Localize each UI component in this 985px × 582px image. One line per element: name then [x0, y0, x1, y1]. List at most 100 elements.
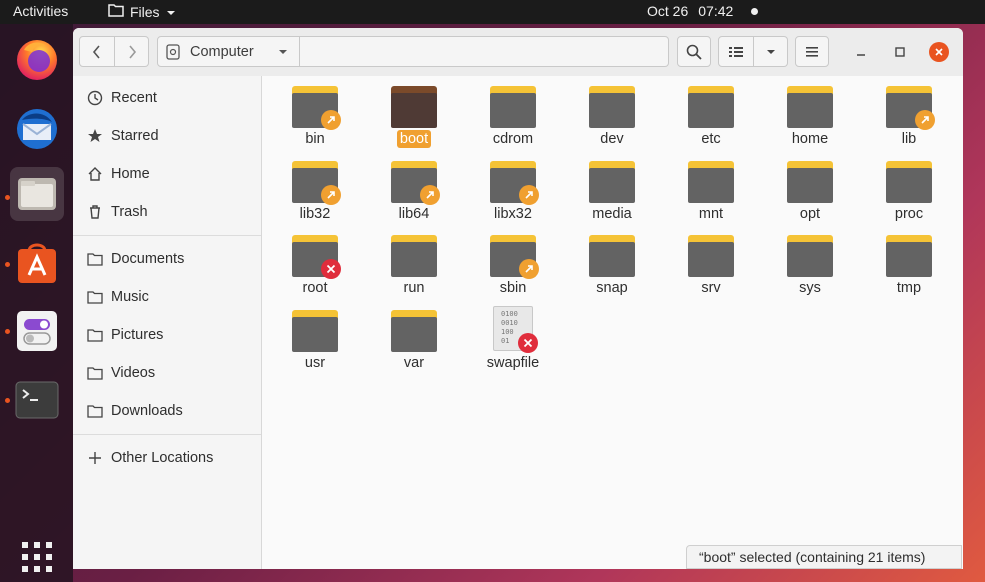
- forward-button[interactable]: [115, 36, 149, 67]
- sidebar-item-home[interactable]: Home: [87, 162, 150, 186]
- minimize-icon: [857, 54, 865, 56]
- view-dropdown-icon: [766, 49, 775, 54]
- file-name-label: snap: [596, 280, 628, 296]
- chevron-down-icon: [166, 4, 176, 20]
- dock-settings[interactable]: [10, 304, 64, 358]
- file-item-libx32[interactable]: libx32: [468, 153, 558, 223]
- sidebar-item-label: Documents: [111, 251, 185, 267]
- file-item-tmp[interactable]: tmp: [864, 227, 954, 297]
- folder-icon: [292, 309, 338, 352]
- sidebar-item-label: Videos: [111, 365, 156, 381]
- sidebar-item-downloads[interactable]: Downloads: [87, 399, 183, 423]
- app-menu-button[interactable]: Files: [108, 3, 176, 20]
- show-applications-button[interactable]: [10, 536, 64, 578]
- file-item-lib32[interactable]: lib32: [270, 153, 360, 223]
- sidebar-item-label: Music: [111, 289, 149, 305]
- plus-icon: [87, 450, 103, 466]
- dock-files[interactable]: [10, 167, 64, 221]
- symlink-emblem-icon: [915, 110, 935, 130]
- file-item-swapfile[interactable]: 0100 0010 100 01 swapfile: [468, 302, 558, 372]
- symlink-emblem-icon: [321, 110, 341, 130]
- folder-icon: [391, 86, 437, 128]
- file-name-label: media: [592, 205, 632, 222]
- minimize-button[interactable]: [851, 42, 871, 62]
- file-item-etc[interactable]: etc: [666, 78, 756, 148]
- folder-icon: [787, 86, 833, 128]
- file-name-label: lib: [901, 131, 917, 147]
- forward-icon: [128, 44, 136, 59]
- folder-icon: [292, 235, 341, 279]
- file-item-var[interactable]: var: [369, 302, 459, 372]
- file-item-home[interactable]: home: [765, 78, 855, 148]
- clock-icon: [87, 90, 103, 106]
- activities-button[interactable]: Activities: [13, 3, 68, 19]
- folder-icon: [688, 235, 734, 277]
- path-bar-empty: [300, 36, 669, 67]
- file-name-label: proc: [894, 205, 924, 222]
- dock-thunderbird[interactable]: [10, 102, 64, 156]
- star-icon: [87, 128, 103, 144]
- sidebar-item-documents[interactable]: Documents: [87, 247, 184, 271]
- file-item-boot[interactable]: boot: [369, 78, 459, 148]
- folder-icon: [87, 289, 103, 305]
- sidebar-item-starred[interactable]: Starred: [87, 124, 159, 148]
- file-item-srv[interactable]: srv: [666, 227, 756, 297]
- file-item-media[interactable]: media: [567, 153, 657, 223]
- folder-icon: [391, 309, 437, 352]
- back-button[interactable]: [79, 36, 115, 67]
- dock-software[interactable]: [10, 236, 64, 290]
- file-item-proc[interactable]: proc: [864, 153, 954, 223]
- close-icon: [935, 48, 943, 56]
- sidebar-item-trash[interactable]: Trash: [87, 200, 148, 224]
- file-item-mnt[interactable]: mnt: [666, 153, 756, 223]
- file-item-sbin[interactable]: sbin: [468, 227, 558, 297]
- sidebar-item-recent[interactable]: Recent: [87, 86, 157, 110]
- dock: [0, 24, 73, 582]
- file-name-label: usr: [304, 354, 326, 371]
- view-options-button[interactable]: [754, 36, 788, 67]
- settings-toggle-icon: [17, 311, 57, 351]
- location-button[interactable]: Computer: [157, 36, 300, 67]
- file-name-label: var: [403, 354, 425, 371]
- back-icon: [92, 44, 100, 59]
- sidebar-item-videos[interactable]: Videos: [87, 361, 155, 385]
- file-name-label: bin: [305, 131, 325, 147]
- file-item-cdrom[interactable]: cdrom: [468, 78, 558, 148]
- symlink-emblem-icon: [321, 184, 341, 205]
- file-name-label: mnt: [698, 205, 724, 222]
- file-item-usr[interactable]: usr: [270, 302, 360, 372]
- dock-firefox[interactable]: [10, 32, 64, 86]
- sidebar-item-label: Home: [111, 166, 150, 182]
- symlink-emblem-icon: [519, 259, 539, 279]
- file-item-root[interactable]: root: [270, 227, 360, 297]
- view-toggle-button[interactable]: [718, 36, 754, 67]
- drive-icon: [166, 43, 180, 60]
- list-view-icon: [729, 46, 743, 57]
- folder-icon: [292, 160, 341, 205]
- firefox-icon: [17, 40, 57, 80]
- main-menu-button[interactable]: [795, 36, 829, 67]
- file-item-sys[interactable]: sys: [765, 227, 855, 297]
- file-item-opt[interactable]: opt: [765, 153, 855, 223]
- close-button[interactable]: [929, 42, 949, 62]
- folder-icon: [490, 86, 536, 128]
- sidebar-item-other-locations[interactable]: Other Locations: [87, 446, 213, 470]
- symlink-emblem-icon: [519, 184, 539, 205]
- header-bar: Computer: [73, 28, 963, 77]
- sidebar-item-music[interactable]: Music: [87, 285, 149, 309]
- clock-button[interactable]: Oct 26 07:42: [647, 3, 759, 19]
- sidebar-item-pictures[interactable]: Pictures: [87, 323, 163, 347]
- dock-terminal[interactable]: [10, 373, 64, 427]
- file-item-lib[interactable]: lib: [864, 78, 954, 148]
- no-access-emblem-icon: [518, 332, 538, 353]
- file-name-label: sys: [799, 280, 821, 296]
- maximize-button[interactable]: [890, 42, 910, 62]
- file-item-run[interactable]: run: [369, 227, 459, 297]
- file-item-lib64[interactable]: lib64: [369, 153, 459, 223]
- clock-time: 07:42: [698, 3, 734, 19]
- file-item-bin[interactable]: bin: [270, 78, 360, 148]
- search-button[interactable]: [677, 36, 711, 67]
- file-item-dev[interactable]: dev: [567, 78, 657, 148]
- file-item-snap[interactable]: snap: [567, 227, 657, 297]
- folder-icon: [787, 235, 833, 277]
